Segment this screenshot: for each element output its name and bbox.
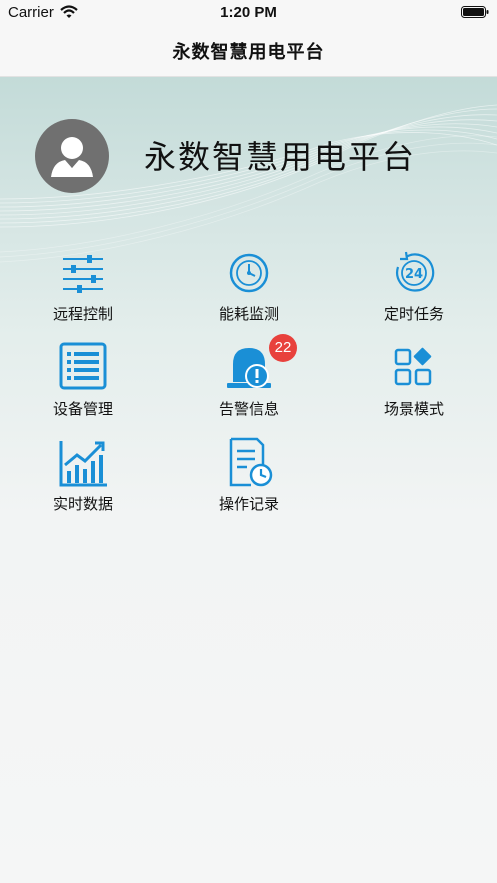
alarm-bell-icon (227, 348, 271, 388)
device-list-icon (59, 342, 107, 390)
alarm-count-badge: 22 (269, 334, 297, 362)
clock: 1:20 PM (220, 4, 277, 21)
timer-task-button[interactable]: 24 定时任务 (354, 247, 474, 337)
svg-text:24: 24 (405, 267, 423, 282)
remote-control-button[interactable]: 远程控制 (23, 247, 143, 337)
scene-mode-label: 场景模式 (383, 400, 444, 418)
operation-log-label: 操作记录 (218, 495, 279, 513)
timer-task-label: 定时任务 (383, 305, 444, 323)
user-icon (51, 137, 93, 177)
platform-title: 永数智慧用电平台 (144, 138, 417, 176)
remote-control-label: 远程控制 (52, 305, 113, 323)
chart-trend-icon (59, 441, 107, 487)
device-manage-button[interactable]: 设备管理 (23, 342, 143, 432)
document-clock-icon (229, 437, 273, 487)
operation-log-button[interactable]: 操作记录 (189, 437, 309, 527)
scene-mode-button[interactable]: 场景模式 (354, 342, 474, 432)
alarm-info-label: 告警信息 (218, 400, 279, 418)
battery-icon (461, 6, 489, 18)
sliders-icon (63, 255, 103, 293)
realtime-data-label: 实时数据 (52, 495, 113, 513)
realtime-data-button[interactable]: 实时数据 (23, 437, 143, 527)
nav-title: 永数智慧用电平台 (172, 42, 325, 63)
scene-grid-icon (394, 347, 432, 386)
clock-24-icon: 24 (396, 251, 435, 292)
status-bar: Carrier 1:20 PM (0, 0, 497, 26)
navigation-bar: 永数智慧用电平台 (0, 26, 497, 77)
home-content: 永数智慧用电平台 远程控制 能耗监测 24 定时任务 设备管理 22 告警信息 … (0, 77, 497, 883)
user-avatar[interactable] (35, 119, 109, 193)
alarm-info-button[interactable]: 22 告警信息 (189, 334, 309, 432)
energy-monitor-label: 能耗监测 (218, 305, 279, 323)
device-manage-label: 设备管理 (52, 400, 113, 418)
energy-monitor-button[interactable]: 能耗监测 (189, 247, 309, 337)
gauge-icon (229, 253, 269, 293)
